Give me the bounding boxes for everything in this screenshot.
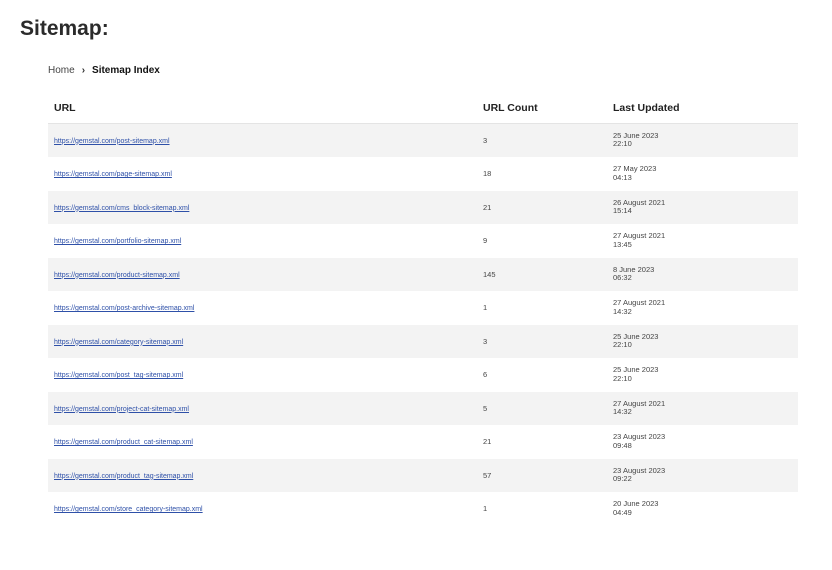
table-row: https://gemstal.com/store_category-sitem… <box>48 492 798 526</box>
url-count-cell: 3 <box>477 123 607 158</box>
table-row: https://gemstal.com/post-sitemap.xml 3 2… <box>48 123 798 158</box>
last-updated-time: 04:49 <box>613 507 632 517</box>
table-row: https://gemstal.com/product-sitemap.xml … <box>48 257 798 292</box>
breadcrumb-home[interactable]: Home <box>48 65 75 76</box>
last-updated-cell: 23 August 2023 09:22 <box>607 458 798 493</box>
last-updated-cell: 8 June 2023 06:32 <box>607 257 798 292</box>
sitemap-link[interactable]: https://gemstal.com/portfolio-sitemap.xm… <box>54 238 181 245</box>
breadcrumb-separator-icon: › <box>81 65 86 76</box>
last-updated-date: 23 August 2023 <box>613 432 666 442</box>
url-count-cell: 1 <box>477 291 607 325</box>
last-updated-cell: 27 August 2021 14:32 <box>607 291 798 325</box>
last-updated-cell: 20 June 2023 04:49 <box>607 492 798 526</box>
last-updated-date: 23 August 2023 <box>613 465 666 475</box>
table-header-row: URL URL Count Last Updated <box>48 93 798 124</box>
sitemap-link[interactable]: https://gemstal.com/post-archive-sitemap… <box>54 305 194 312</box>
table-row: https://gemstal.com/portfolio-sitemap.xm… <box>48 224 798 258</box>
last-updated-time: 15:14 <box>613 206 632 216</box>
sitemap-link[interactable]: https://gemstal.com/post-sitemap.xml <box>54 138 170 145</box>
last-updated-cell: 25 June 2023 22:10 <box>607 123 798 158</box>
url-count-cell: 3 <box>477 324 607 359</box>
last-updated-cell: 27 August 2021 13:45 <box>607 224 798 258</box>
sitemap-link[interactable]: https://gemstal.com/post_tag-sitemap.xml <box>54 372 183 379</box>
table-row: https://gemstal.com/post-archive-sitemap… <box>48 291 798 325</box>
last-updated-cell: 25 June 2023 22:10 <box>607 358 798 392</box>
last-updated-time: 22:10 <box>613 340 632 350</box>
table-row: https://gemstal.com/post_tag-sitemap.xml… <box>48 358 798 392</box>
column-header-url: URL <box>48 93 477 124</box>
sitemap-link[interactable]: https://gemstal.com/store_category-sitem… <box>54 506 203 513</box>
url-count-cell: 21 <box>477 425 607 459</box>
last-updated-date: 26 August 2021 <box>613 197 666 207</box>
breadcrumb: Home › Sitemap Index <box>48 65 160 76</box>
table-row: https://gemstal.com/product_tag-sitemap.… <box>48 458 798 493</box>
url-count-cell: 9 <box>477 224 607 258</box>
last-updated-cell: 26 August 2021 15:14 <box>607 190 798 225</box>
last-updated-time: 06:32 <box>613 273 632 283</box>
last-updated-date: 20 June 2023 <box>613 499 659 509</box>
table-row: https://gemstal.com/page-sitemap.xml 18 … <box>48 157 798 191</box>
url-count-cell: 18 <box>477 157 607 191</box>
last-updated-time: 14:32 <box>613 306 632 316</box>
table-row: https://gemstal.com/category-sitemap.xml… <box>48 324 798 359</box>
last-updated-date: 27 August 2021 <box>613 231 666 241</box>
table-row: https://gemstal.com/project-cat-sitemap.… <box>48 391 798 426</box>
last-updated-time: 04:13 <box>613 172 632 182</box>
last-updated-date: 27 May 2023 <box>613 164 657 174</box>
sitemap-link[interactable]: https://gemstal.com/product-sitemap.xml <box>54 272 180 279</box>
last-updated-date: 8 June 2023 <box>613 264 655 274</box>
last-updated-time: 22:10 <box>613 373 632 383</box>
url-count-cell: 21 <box>477 190 607 225</box>
sitemap-link[interactable]: https://gemstal.com/product_cat-sitemap.… <box>54 439 193 446</box>
sitemap-link[interactable]: https://gemstal.com/page-sitemap.xml <box>54 171 172 178</box>
last-updated-time: 14:32 <box>613 407 632 417</box>
last-updated-cell: 23 August 2023 09:48 <box>607 425 798 459</box>
column-header-url-count: URL Count <box>477 93 607 124</box>
last-updated-time: 09:22 <box>613 474 632 484</box>
sitemap-link[interactable]: https://gemstal.com/project-cat-sitemap.… <box>54 406 189 413</box>
breadcrumb-current: Sitemap Index <box>92 65 160 76</box>
page-title: Sitemap: <box>20 17 109 40</box>
url-count-cell: 145 <box>477 257 607 292</box>
url-count-cell: 5 <box>477 391 607 426</box>
last-updated-date: 25 June 2023 <box>613 331 659 341</box>
column-header-last-updated: Last Updated <box>607 93 798 124</box>
last-updated-date: 25 June 2023 <box>613 365 659 375</box>
last-updated-cell: 27 May 2023 04:13 <box>607 157 798 191</box>
last-updated-cell: 27 August 2021 14:32 <box>607 391 798 426</box>
url-count-cell: 1 <box>477 492 607 526</box>
sitemap-table: URL URL Count Last Updated https://gemst… <box>48 93 798 526</box>
sitemap-link[interactable]: https://gemstal.com/category-sitemap.xml <box>54 339 183 346</box>
url-count-cell: 6 <box>477 358 607 392</box>
last-updated-time: 22:10 <box>613 139 632 149</box>
last-updated-time: 09:48 <box>613 440 632 450</box>
last-updated-date: 27 August 2021 <box>613 398 666 408</box>
last-updated-date: 25 June 2023 <box>613 130 659 140</box>
table-row: https://gemstal.com/cms_block-sitemap.xm… <box>48 190 798 225</box>
sitemap-link[interactable]: https://gemstal.com/cms_block-sitemap.xm… <box>54 205 189 212</box>
last-updated-cell: 25 June 2023 22:10 <box>607 324 798 359</box>
last-updated-time: 13:45 <box>613 239 632 249</box>
sitemap-link[interactable]: https://gemstal.com/product_tag-sitemap.… <box>54 473 193 480</box>
url-count-cell: 57 <box>477 458 607 493</box>
table-row: https://gemstal.com/product_cat-sitemap.… <box>48 425 798 459</box>
last-updated-date: 27 August 2021 <box>613 298 666 308</box>
